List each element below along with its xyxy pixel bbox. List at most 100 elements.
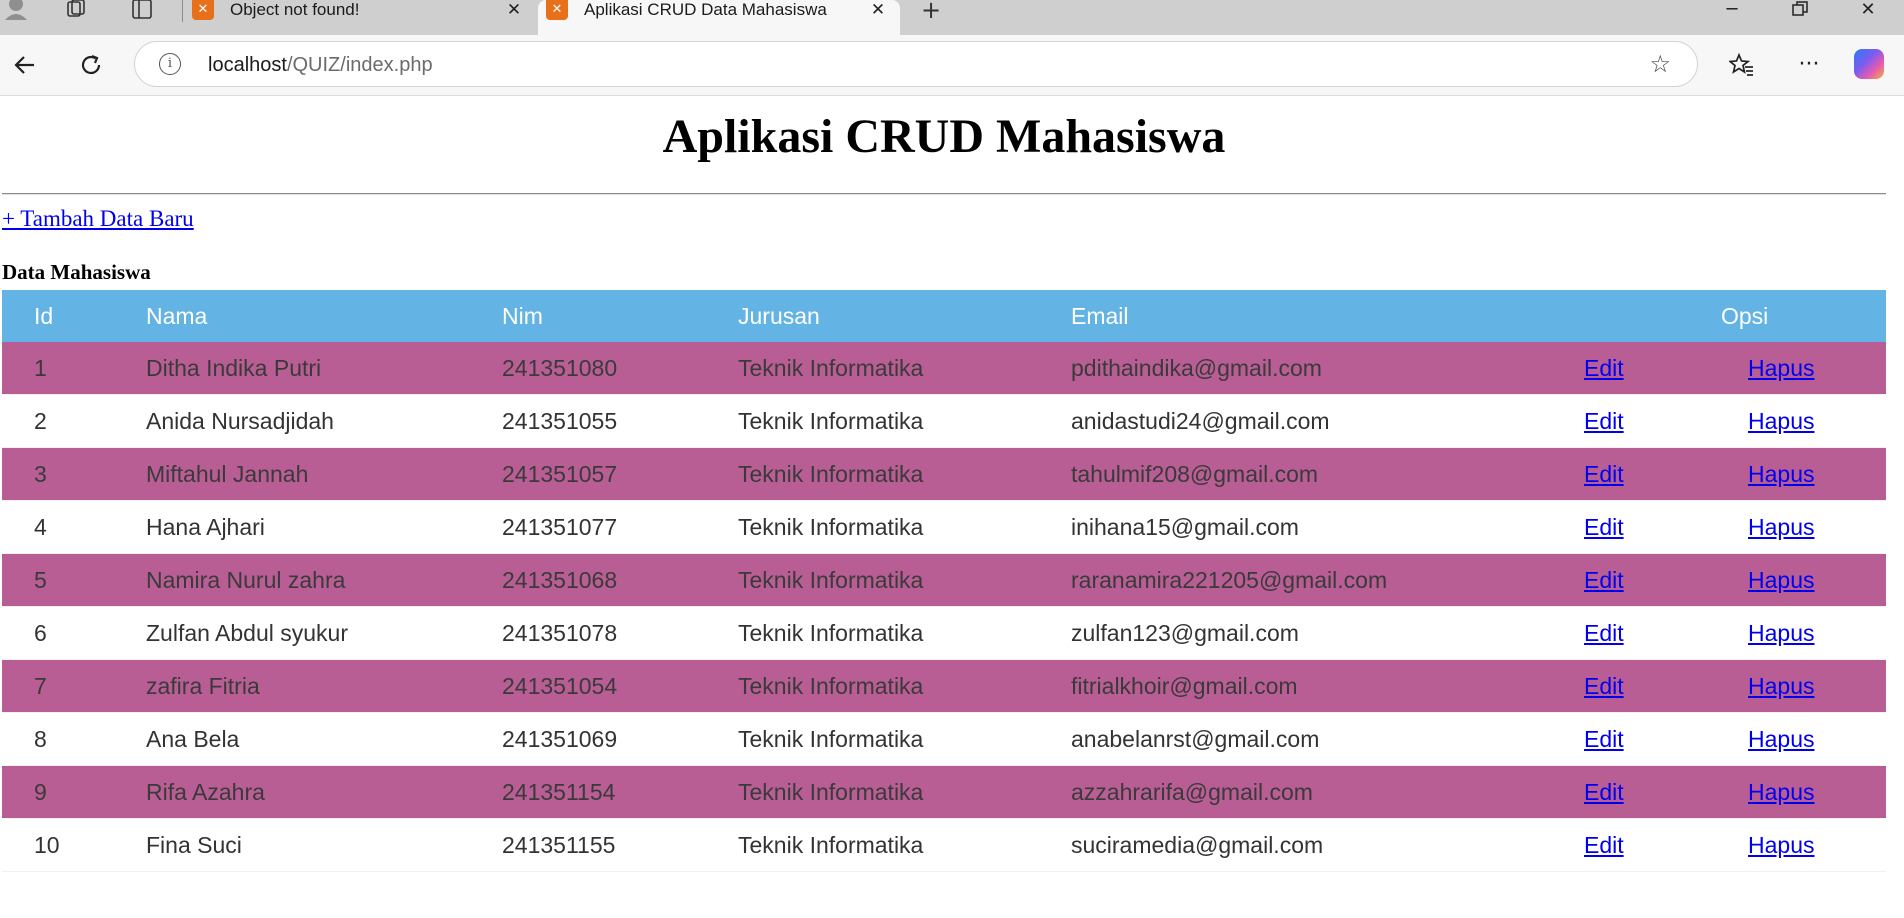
url-path: /QUIZ/index.php [286,54,433,76]
hapus-link[interactable]: Hapus [1748,514,1814,540]
cell-id: 10 [2,818,146,872]
info-icon[interactable]: i [159,53,181,75]
cell-jurusan: Teknik Informatika [738,394,1071,448]
hapus-link[interactable]: Hapus [1748,567,1814,593]
cell-nim: 241351069 [502,712,738,766]
workspaces-icon[interactable] [62,0,90,20]
cell-edit: Edit [1584,500,1748,554]
cell-nama: Rifa Azahra [146,765,502,819]
cell-nama: Miftahul Jannah [146,447,502,501]
edit-link[interactable]: Edit [1584,832,1624,858]
cell-id: 6 [2,606,146,660]
cell-jurusan: Teknik Informatika [738,342,1071,395]
cell-jurusan: Teknik Informatika [738,659,1071,713]
hapus-link[interactable]: Hapus [1748,461,1814,487]
header-opsi: Opsi [1584,290,1886,342]
edit-link[interactable]: Edit [1584,673,1624,699]
cell-edit: Edit [1584,553,1748,607]
cell-email: pdithaindika@gmail.com [1071,342,1584,395]
cell-hapus: Hapus [1748,447,1886,501]
table-row: 3 Miftahul Jannah 241351057 Teknik Infor… [2,447,1886,501]
page-title: Aplikasi CRUD Mahasiswa [662,110,1226,163]
hapus-link[interactable]: Hapus [1748,779,1814,805]
cell-email: anidastudi24@gmail.com [1071,394,1584,448]
hapus-link[interactable]: Hapus [1748,355,1814,381]
edit-link[interactable]: Edit [1584,779,1624,805]
hapus-link[interactable]: Hapus [1748,408,1814,434]
edit-link[interactable]: Edit [1584,567,1624,593]
star-icon[interactable]: ☆ [1649,50,1671,78]
edit-link[interactable]: Edit [1584,408,1624,434]
restore-icon[interactable] [1770,0,1830,22]
cell-email: suciramedia@gmail.com [1071,818,1584,872]
section-title: Data Mahasiswa [2,260,151,284]
table-row: 2 Anida Nursadjidah 241351055 Teknik Inf… [2,394,1886,448]
cell-edit: Edit [1584,342,1748,395]
minimize-icon[interactable]: ─ [1702,0,1762,22]
favorites-icon[interactable] [1725,48,1759,82]
cell-id: 9 [2,765,146,819]
edit-link[interactable]: Edit [1584,355,1624,381]
back-arrow-icon[interactable] [8,48,42,82]
close-icon[interactable]: ✕ [504,0,524,20]
cell-hapus: Hapus [1748,342,1886,395]
cell-hapus: Hapus [1748,553,1886,607]
cell-email: raranamira221205@gmail.com [1071,553,1584,607]
cell-nama: Hana Ajhari [146,500,502,554]
mahasiswa-table: Id Nama Nim Jurusan Email Opsi 1 Ditha I… [2,290,1886,872]
cell-nim: 241351078 [502,606,738,660]
cell-id: 2 [2,394,146,448]
cell-nama: Namira Nurul zahra [146,553,502,607]
cell-hapus: Hapus [1748,818,1886,872]
cell-nama: Fina Suci [146,818,502,872]
tab-title: Object not found! [230,0,360,19]
cell-nama: Ana Bela [146,712,502,766]
cell-nama: Anida Nursadjidah [146,394,502,448]
cell-hapus: Hapus [1748,500,1886,554]
header-nama: Nama [146,290,502,342]
tab-object-not-found[interactable]: Object not found! ✕ [184,0,536,35]
more-icon[interactable]: ··· [1792,48,1826,82]
cell-edit: Edit [1584,659,1748,713]
cell-hapus: Hapus [1748,606,1886,660]
cell-jurusan: Teknik Informatika [738,553,1071,607]
edit-link[interactable]: Edit [1584,620,1624,646]
plus-icon[interactable]: + [916,0,946,22]
cell-hapus: Hapus [1748,712,1886,766]
edit-link[interactable]: Edit [1584,461,1624,487]
profile-icon[interactable] [2,0,30,20]
cell-nama: Zulfan Abdul syukur [146,606,502,660]
table-row: 6 Zulfan Abdul syukur 241351078 Teknik I… [2,606,1886,660]
refresh-icon[interactable] [74,48,108,82]
hapus-link[interactable]: Hapus [1748,832,1814,858]
hapus-link[interactable]: Hapus [1748,620,1814,646]
cell-edit: Edit [1584,606,1748,660]
cell-nama: zafira Fitria [146,659,502,713]
cell-jurusan: Teknik Informatika [738,712,1071,766]
table-row: 8 Ana Bela 241351069 Teknik Informatika … [2,712,1886,766]
hapus-link[interactable]: Hapus [1748,726,1814,752]
address-bar[interactable]: i localhost/QUIZ/index.php ☆ [134,41,1698,87]
url-text[interactable]: localhost/QUIZ/index.php [208,54,433,76]
tab-aplikasi-crud[interactable]: Aplikasi CRUD Data Mahasiswa ✕ [538,0,900,35]
cell-nim: 241351080 [502,342,738,395]
cell-id: 4 [2,500,146,554]
cell-id: 3 [2,447,146,501]
table-row: 10 Fina Suci 241351155 Teknik Informatik… [2,818,1886,872]
xampp-favicon-icon [192,0,214,20]
table-row: 9 Rifa Azahra 241351154 Teknik Informati… [2,765,1886,819]
edit-link[interactable]: Edit [1584,726,1624,752]
header-jurusan: Jurusan [738,290,1071,342]
close-window-icon[interactable]: ✕ [1838,0,1898,22]
add-new-data-link[interactable]: + Tambah Data Baru [2,206,194,232]
copilot-icon[interactable] [1854,49,1884,79]
tab-actions-icon[interactable] [128,0,156,20]
hapus-link[interactable]: Hapus [1748,673,1814,699]
cell-jurusan: Teknik Informatika [738,606,1071,660]
cell-nim: 241351154 [502,765,738,819]
edit-link[interactable]: Edit [1584,514,1624,540]
tab-separator [182,0,183,22]
browser-toolbar: i localhost/QUIZ/index.php ☆ ··· [0,35,1904,96]
cell-email: tahulmif208@gmail.com [1071,447,1584,501]
close-icon[interactable]: ✕ [868,0,888,20]
